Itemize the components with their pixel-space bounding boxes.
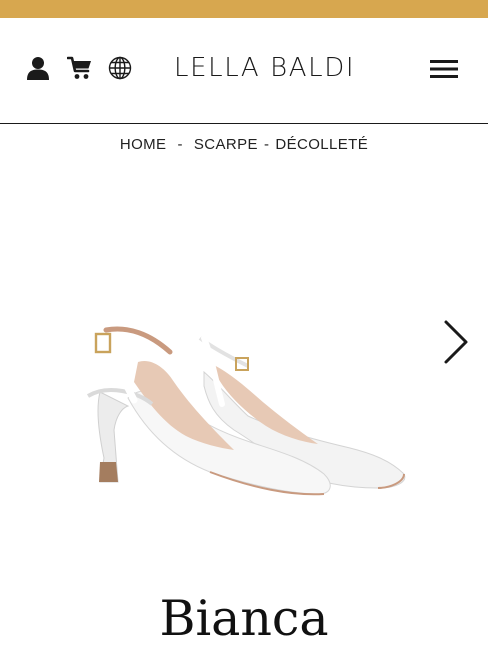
site-header: LELLA BALDI: [0, 18, 488, 124]
brand-logo[interactable]: LELLA BALDI: [174, 50, 370, 86]
breadcrumb-separator: -: [177, 136, 183, 153]
globe-icon[interactable]: [108, 56, 132, 80]
chevron-right-icon[interactable]: [440, 318, 472, 366]
product-image: [86, 326, 406, 496]
user-icon[interactable]: [26, 56, 50, 80]
product-title: Bianca: [159, 590, 329, 647]
menu-icon[interactable]: [430, 60, 458, 78]
accent-bar: [0, 0, 488, 18]
breadcrumb-separator: -: [263, 136, 270, 153]
breadcrumb: HOME - SCARPE - DÉCOLLETÉ: [0, 136, 488, 158]
breadcrumb-current: DÉCOLLETÉ: [275, 136, 369, 153]
breadcrumb-home[interactable]: HOME: [120, 136, 167, 153]
breadcrumb-scarpe[interactable]: SCARPE: [194, 136, 258, 153]
cart-icon[interactable]: [67, 55, 93, 81]
